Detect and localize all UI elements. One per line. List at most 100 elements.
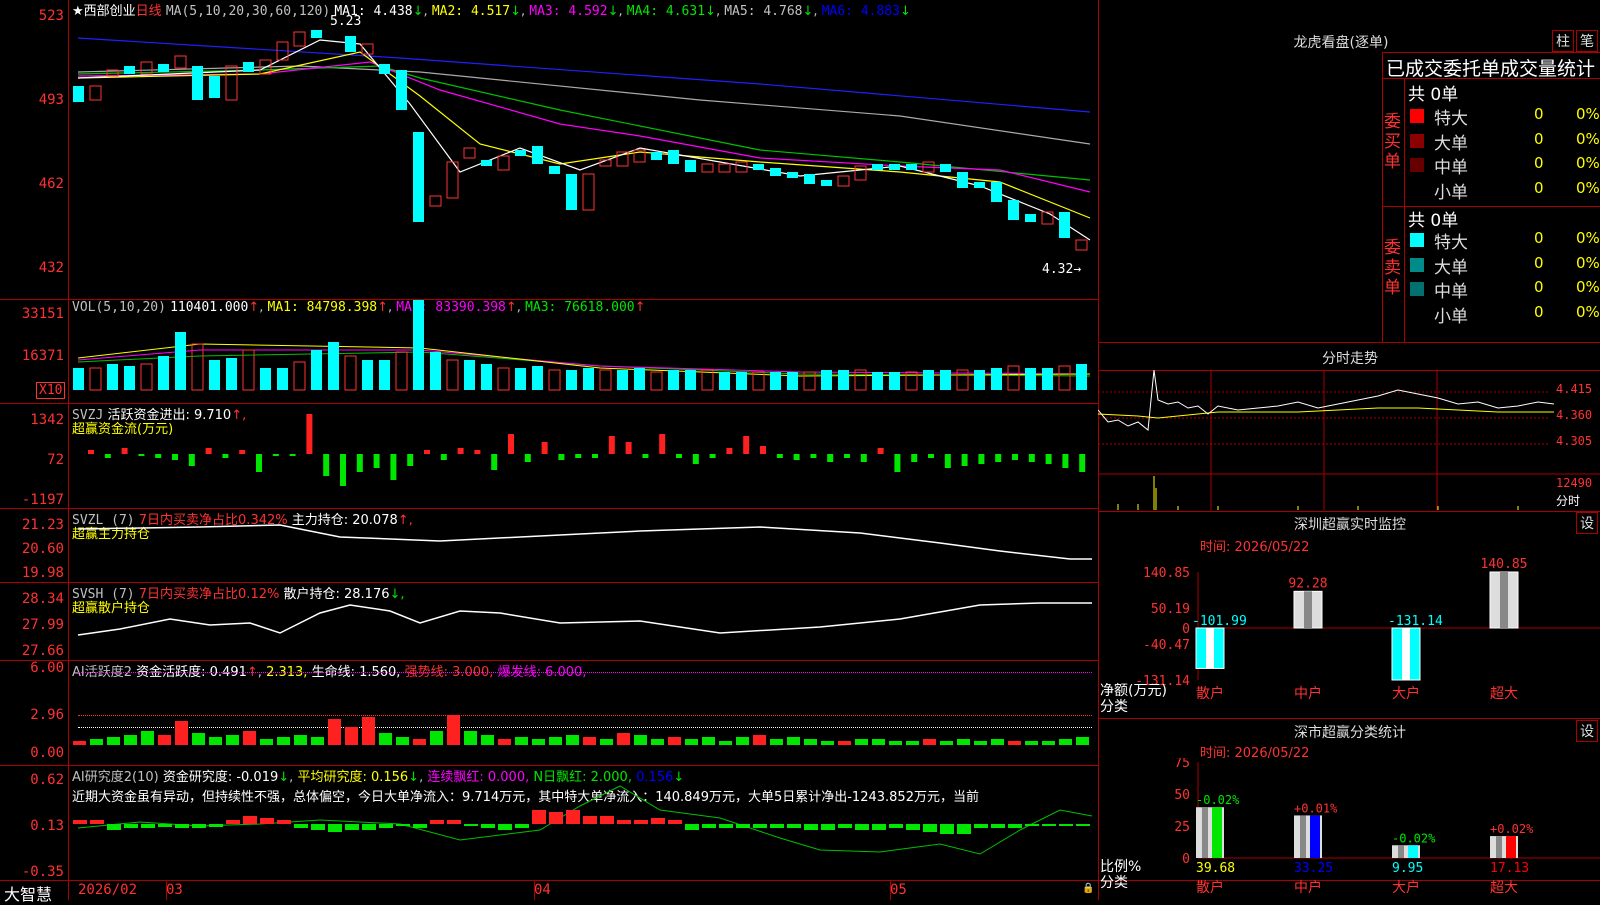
order-size-label: 中单 — [1434, 282, 1468, 302]
volume-bar — [395, 351, 408, 391]
research-bar — [141, 824, 155, 828]
candle — [906, 164, 917, 170]
svsh-chart — [77, 602, 1092, 636]
order-size-label: 大单 — [1434, 133, 1468, 154]
sz-net-bar-shade — [1500, 572, 1508, 628]
activity-bar — [702, 737, 715, 745]
activity-bar — [685, 739, 698, 745]
research-bar — [481, 824, 495, 828]
sc-category-label: 大户 — [1392, 879, 1420, 896]
volume-bar — [497, 367, 510, 391]
svzj-panel[interactable]: SVZJ 活跃资金进出: 9.710↑, 超赢资金流(万元) 1342 72 -… — [0, 404, 1098, 508]
volume-bar — [923, 370, 934, 390]
order-percent: 0% — [1576, 229, 1600, 247]
svsh-panel[interactable]: SVSH (7) 7日内买卖净占比0.12% 散户持仓: 28.176↓, 超赢… — [0, 583, 1098, 660]
candle — [174, 55, 187, 69]
date-tick — [166, 881, 167, 900]
research-bar — [430, 820, 444, 824]
research-bar — [243, 816, 257, 824]
candle — [192, 66, 203, 100]
activity-bar — [753, 735, 766, 745]
activity-bar — [447, 715, 460, 745]
volume-bar — [413, 300, 424, 390]
research-bar — [447, 820, 461, 824]
candle — [243, 62, 254, 72]
lock-icon[interactable]: 🔒 — [1082, 883, 1094, 894]
tick-view-button[interactable]: 笔 — [1576, 30, 1598, 52]
activity-bar — [736, 737, 749, 745]
volume-bar — [344, 355, 357, 391]
fund-flow-bar — [524, 454, 531, 462]
column-view-button[interactable]: 柱 — [1552, 30, 1574, 52]
activity-bar — [430, 731, 443, 745]
svzl-panel[interactable]: SVZL (7) 7日内买卖净占比0.342% 主力持仓: 20.078↑, 超… — [0, 509, 1098, 582]
activity-bar — [1076, 737, 1089, 745]
candle — [718, 163, 731, 173]
candle — [293, 31, 306, 47]
fund-flow-bar — [709, 454, 716, 458]
activity-bar — [260, 739, 273, 745]
order-count: 0 — [1534, 253, 1544, 272]
sz-time: 时间: 2026/05/22 — [1200, 540, 1310, 555]
fund-flow-bar — [760, 446, 766, 454]
svzj-chart — [88, 414, 1086, 486]
order-count: 0 — [1534, 105, 1544, 123]
sz-net-bar-shade — [1402, 628, 1410, 680]
volume-bar — [991, 368, 1002, 390]
kline-panel[interactable]: ★西部创业日线 MA(5,10,20,30,60,120) MA1: 4.438… — [0, 0, 1098, 299]
fund-flow-bar — [541, 442, 548, 454]
sz-settings-button[interactable]: 设 — [1576, 512, 1598, 534]
research-bar — [498, 824, 512, 830]
activity-bar — [481, 735, 494, 745]
ai-research-panel[interactable]: AI研究度2(10) 资金研究度: -0.019↓, 平均研究度: 0.156↓… — [0, 766, 1098, 880]
candle — [1025, 214, 1036, 222]
sz-category-label: 超大 — [1490, 686, 1518, 702]
order-percent: 0% — [1576, 278, 1600, 296]
ai-activity-panel[interactable]: AI活跃度2 资金活跃度: 0.491↑, 2.313, 生命线: 1.560,… — [0, 660, 1098, 765]
fund-flow-bar — [491, 454, 498, 470]
candle — [582, 173, 595, 211]
volume-bar — [803, 371, 816, 391]
activity-bar — [600, 739, 613, 745]
fund-flow-bar — [608, 436, 615, 454]
candle — [379, 64, 390, 74]
fund-flow-bar — [793, 454, 800, 460]
activity-bar — [1008, 741, 1021, 745]
bottom-date-bar[interactable]: 大智慧 2026/02 03 04 05 🔒 — [0, 881, 1098, 904]
fund-flow-bar — [155, 454, 162, 458]
stats-title: 已成交委托单成交量统计 — [1386, 58, 1596, 80]
fund-flow-bar — [407, 454, 414, 466]
activity-bar — [175, 721, 188, 745]
sc-settings-button[interactable]: 设 — [1576, 720, 1598, 742]
intraday-chart-panel[interactable]: 4.415 4.360 4.305 12490 分时 — [1098, 370, 1600, 510]
research-bar — [787, 824, 801, 828]
activity-bar — [770, 739, 783, 745]
activity-bar — [515, 737, 528, 745]
volume-bar — [583, 368, 594, 390]
candle — [566, 174, 577, 210]
research-bar — [311, 824, 325, 830]
activity-bar — [787, 737, 800, 745]
candle — [872, 164, 883, 170]
volume-panel[interactable]: VOL(5,10,20) 110401.000↑, MA1: 84798.398… — [0, 300, 1098, 403]
research-bar — [464, 824, 478, 826]
sc-delta-label: -0.02% — [1392, 831, 1436, 845]
sc-axis-tick: 50 — [1174, 788, 1190, 803]
research-bar — [821, 824, 835, 830]
candle — [345, 36, 356, 52]
activity-bar — [651, 739, 664, 745]
volume-bar — [124, 366, 135, 390]
fund-flow-bar — [373, 454, 380, 468]
order-size-row: 大单 0 0% — [1408, 129, 1600, 154]
candles — [73, 30, 1088, 251]
research-bar — [617, 820, 631, 824]
volume-bar — [89, 367, 102, 391]
date-label: 2026/02 — [78, 882, 138, 898]
kline-chart[interactable] — [0, 0, 1098, 299]
order-count: 0 — [1534, 178, 1544, 197]
date-label: 05 — [890, 882, 907, 898]
order-size-row: 小单 0 0% — [1408, 178, 1600, 203]
fund-flow-bar — [172, 454, 178, 460]
fund-flow-bar — [1028, 454, 1035, 462]
fund-flow-bar — [944, 454, 951, 468]
